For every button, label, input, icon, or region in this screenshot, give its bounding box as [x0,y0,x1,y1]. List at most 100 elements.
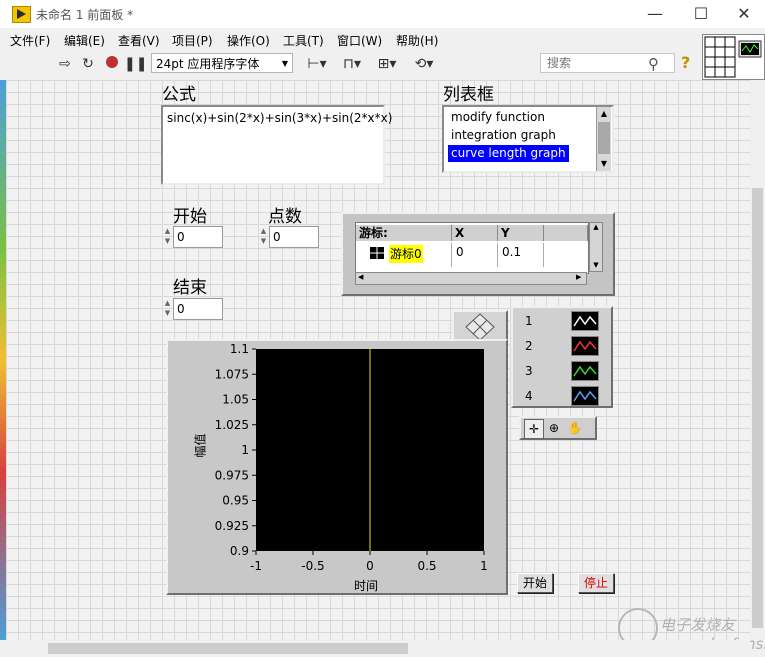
legend-name: 1 [525,314,533,328]
formula-label: 公式 [162,85,196,105]
resize-icon[interactable]: ⊞▾ [374,55,400,73]
run-continuous-icon[interactable]: ↻ [78,55,98,73]
y-axis-label: 幅值 [193,433,208,458]
y-tick-label: 0.975 [215,468,249,482]
points-value[interactable]: 0 [269,226,319,248]
y-tick-label: 1 [241,443,249,457]
align-icon[interactable]: ⊢▾ [304,55,330,73]
scroll-right-icon[interactable]: ▶ [576,273,581,281]
title-bar: 未命名 1 前面板 * — ☐ ✕ [0,0,765,28]
legend-swatch-2[interactable] [571,336,599,356]
x-tick-label: 0.5 [417,559,436,573]
start-button[interactable]: 开始 [517,573,553,593]
listbox-scrollbar[interactable]: ▲ ▼ [596,107,611,171]
scroll-left-icon[interactable]: ◀ [358,273,363,281]
legend-name: 4 [525,389,533,403]
menu-edit[interactable]: 编辑(E) [64,32,105,49]
formula-text: sinc(x)+sin(2*x)+sin(3*x)+sin(2*x*x) [167,111,393,125]
cursor-name-cell[interactable]: 游标0 [356,243,452,267]
y-tick-label: 1.075 [215,367,249,381]
cursor-header-x: X [452,225,498,241]
legend-name: 2 [525,339,533,353]
menu-tools[interactable]: 工具(T) [283,32,324,49]
x-tick-label: -0.5 [301,559,324,573]
y-tick-label: 0.9 [230,544,249,558]
menu-file[interactable]: 文件(F) [10,32,50,49]
plot-legend[interactable]: 1 2 3 4 [511,306,613,408]
menu-operate[interactable]: 操作(O) [227,32,270,49]
stop-button[interactable]: 停止 [578,573,614,593]
legend-name: 3 [525,364,533,378]
cursor-legend[interactable]: 游标: X Y 游标0 0 0.1 ▲ ▼ ◀ ▶ [341,212,615,296]
x-tick-label: -1 [250,559,262,573]
vi-icon-pane[interactable] [702,34,765,80]
start-label: 开始 [173,207,207,227]
waveform-graph[interactable]: 1.1 1.075 1.05 1.025 1 0.975 0.95 0.925 0.9 -1 -0.… [166,339,508,595]
end-value[interactable]: 0 [173,298,223,320]
listbox[interactable]: modify function integration graph curve … [442,105,614,173]
increment-decrement-icon[interactable]: ▲ ▼ [259,226,268,248]
close-button[interactable]: ✕ [721,0,765,28]
graph-canvas: 1.1 1.075 1.05 1.025 1 0.975 0.95 0.925 0.9-1 -0.… [215,342,488,573]
scroll-up-icon[interactable]: ▲ [590,223,602,231]
increment-decrement-icon[interactable]: ▲ ▼ [163,298,172,320]
menu-view[interactable]: 查看(V) [118,32,160,49]
font-select[interactable]: 24pt 应用程序字体 [151,53,293,74]
scroll-up-icon[interactable]: ▲ [597,107,611,121]
legend-swatch-1[interactable] [571,311,599,331]
cursor-tool-icon[interactable]: ✛ [524,419,544,439]
distribute-icon[interactable]: ⊓▾ [339,55,365,73]
window-title: 未命名 1 前面板 * [36,8,134,22]
points-label: 点数 [268,207,302,227]
graph-palette: ✛ ⊕ ✋ [519,416,597,440]
run-arrow-icon[interactable]: ⇨ [55,55,75,73]
y-tick-label: 1.025 [215,418,249,432]
window-vscroll-thumb[interactable] [752,188,763,628]
cursor-x-value[interactable]: 0 [452,243,498,267]
scroll-down-icon[interactable]: ▼ [590,261,602,269]
y-tick-label: 0.95 [222,494,249,508]
legend-swatch-4[interactable] [571,386,599,406]
end-label: 结束 [173,278,207,298]
y-tick-label: 1.05 [222,393,249,407]
listbox-item[interactable]: integration graph [448,127,559,144]
reorder-icon[interactable]: ⟲▾ [410,55,438,73]
y-tick-label: 0.925 [215,519,249,533]
minimize-button[interactable]: — [632,0,678,28]
cursor-table: 游标: X Y 游标0 0 0.1 [355,222,589,274]
cursor-name: 游标0 [389,245,423,263]
abort-icon[interactable] [102,55,122,73]
cursor-header-blank [544,225,588,241]
x-tick-label: 0 [366,559,374,573]
legend-swatch-3[interactable] [571,361,599,381]
end-numeric[interactable]: ▲ ▼ 0 [163,298,223,320]
start-numeric[interactable]: ▲ ▼ 0 [163,226,223,248]
pan-hand-icon[interactable]: ✋ [566,419,584,437]
listbox-item[interactable]: modify function [448,109,548,126]
start-value[interactable]: 0 [173,226,223,248]
points-numeric[interactable]: ▲ ▼ 0 [259,226,319,248]
maximize-button[interactable]: ☐ [678,0,724,28]
zoom-icon[interactable]: ⊕ [545,419,563,437]
y-tick-label: 1.1 [230,342,249,356]
diamond-mover-icon [465,313,495,341]
cursor-table-vscroll[interactable]: ▲ ▼ [589,222,603,272]
help-icon[interactable]: ? [681,53,690,72]
cursor-header-name: 游标: [356,225,452,241]
increment-decrement-icon[interactable]: ▲ ▼ [163,226,172,248]
scroll-down-icon[interactable]: ▼ [597,157,611,171]
menu-project[interactable]: 项目(P) [172,32,213,49]
cursor-y-value[interactable]: 0.1 [498,243,544,267]
window-hscroll-thumb[interactable] [48,643,408,654]
formula-input[interactable]: sinc(x)+sin(2*x)+sin(3*x)+sin(2*x*x) [161,105,392,185]
scroll-thumb[interactable] [598,122,610,154]
menu-window[interactable]: 窗口(W) [337,32,382,49]
menu-help[interactable]: 帮助(H) [396,32,438,49]
listbox-item-selected[interactable]: curve length graph [448,145,569,162]
pause-icon[interactable]: ❚❚ [124,55,147,73]
x-axis-label: 时间 [354,579,379,593]
search-icon[interactable]: ⚲ [648,55,659,73]
cursor-header-y: Y [498,225,544,241]
cursor-table-hscroll[interactable]: ◀ ▶ [355,272,587,285]
menu-bar: 文件(F) 编辑(E) 查看(V) 项目(P) 操作(O) 工具(T) 窗口(W… [0,28,765,50]
